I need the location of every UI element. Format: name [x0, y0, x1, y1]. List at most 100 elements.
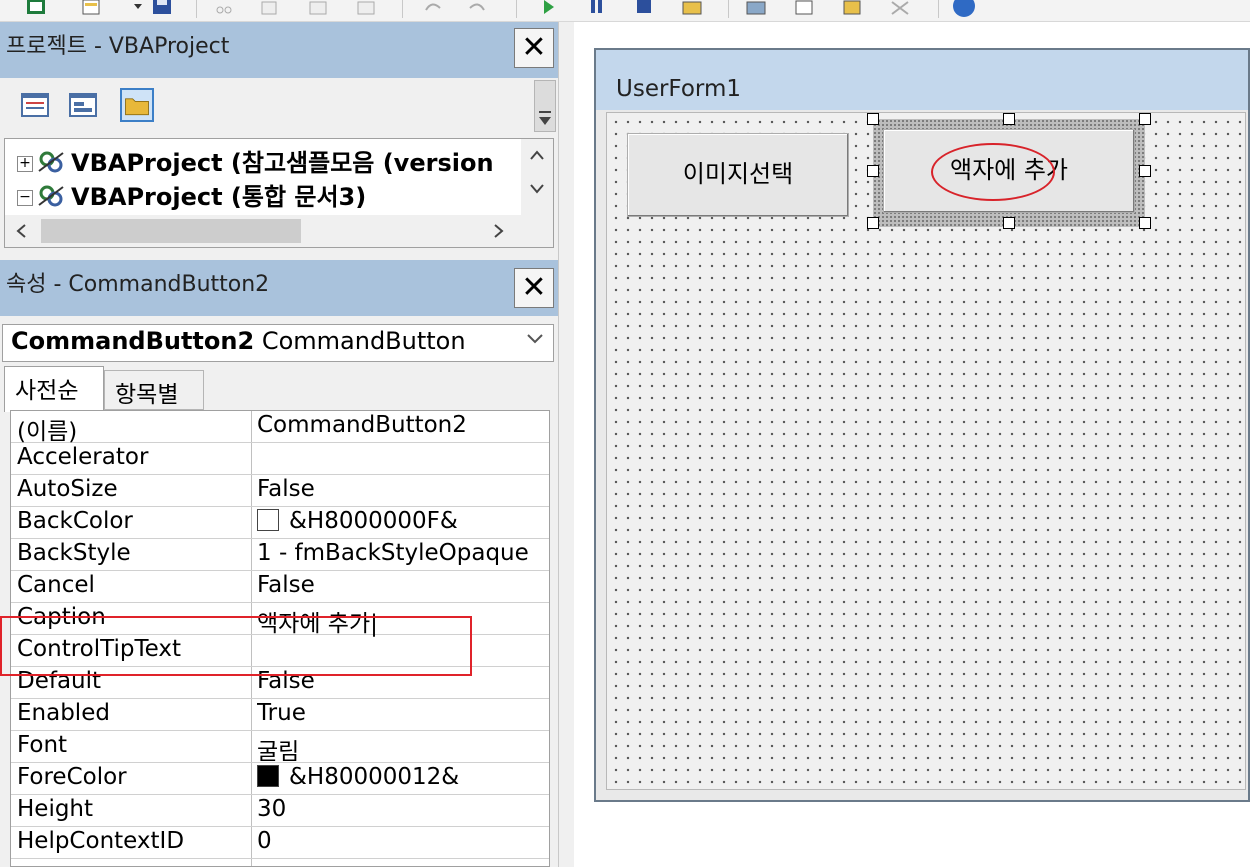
break-icon[interactable] [584, 0, 608, 18]
property-row[interactable]: Font 굴림 [11, 731, 549, 766]
resize-handle[interactable] [1003, 217, 1015, 229]
scroll-down-icon[interactable] [529, 183, 545, 195]
project-pane-title: 프로젝트 - VBAProject [6, 34, 230, 59]
project-pane-title-bar: 프로젝트 - VBAProject ✕ [0, 22, 558, 78]
property-name: HelpContextID [17, 828, 185, 854]
property-value[interactable]: False [257, 572, 549, 598]
copy-icon[interactable] [258, 0, 282, 18]
scroll-left-icon[interactable] [15, 223, 27, 239]
property-value: &H80000012& [289, 764, 460, 790]
property-row[interactable]: HelpContextID 0 [11, 827, 549, 859]
project-toolbar [0, 78, 558, 136]
help-icon[interactable] [952, 0, 976, 18]
tree-vertical-scrollbar[interactable] [521, 139, 553, 215]
run-icon[interactable] [536, 0, 560, 18]
userform-window: UserForm1 이미지선택 액자에 추가 [594, 48, 1250, 802]
view-object-icon[interactable] [66, 88, 100, 122]
project-explorer-icon[interactable] [744, 0, 768, 18]
tree-item-project-1[interactable]: + VBAProject (참고샘플모음 (version [17, 143, 513, 177]
property-name: Accelerator [17, 444, 149, 470]
property-row[interactable]: BackColor &H8000000F& [11, 507, 549, 539]
property-row[interactable]: Enabled True [11, 699, 549, 731]
vbe-toolbar [0, 0, 1250, 22]
property-row[interactable]: BackStyle 1 - fmBackStyleOpaque [11, 539, 549, 571]
property-name: BackStyle [17, 540, 131, 566]
property-value[interactable]: 굴림 [257, 732, 549, 766]
property-value-forecolor[interactable]: &H80000012& [257, 764, 549, 790]
properties-window-icon[interactable] [792, 0, 816, 18]
cut-icon[interactable] [212, 0, 236, 18]
pane-splitter[interactable] [558, 22, 574, 867]
object-name: CommandButton2 [11, 327, 255, 355]
color-swatch [257, 509, 279, 531]
design-mode-icon[interactable] [680, 0, 704, 18]
resize-handle[interactable] [1139, 113, 1151, 125]
tab-categorized[interactable]: 항목별 [104, 370, 204, 410]
property-value[interactable]: True [257, 700, 549, 726]
toolbox-icon[interactable] [888, 0, 912, 18]
property-name: ForeColor [17, 764, 127, 790]
left-panels: 프로젝트 - VBAProject ✕ + VBAProject (참고샘플모음 … [0, 22, 558, 867]
resize-handle[interactable] [1139, 165, 1151, 177]
property-value[interactable]: False [257, 476, 549, 502]
vbaproject-icon [38, 185, 64, 207]
property-name: (이름) [17, 419, 78, 445]
tree-horizontal-scrollbar[interactable] [5, 215, 553, 247]
excel-view-icon[interactable] [24, 0, 48, 18]
resize-handle[interactable] [867, 113, 879, 125]
collapse-icon[interactable]: − [17, 190, 33, 206]
caption-highlight-oval [931, 143, 1055, 201]
project-tree: + VBAProject (참고샘플모음 (version − VBAProject… [4, 138, 554, 248]
property-row[interactable]: ForeColor &H80000012& [11, 763, 549, 795]
resize-handle[interactable] [1139, 217, 1151, 229]
save-icon[interactable] [150, 0, 174, 18]
property-row[interactable]: Accelerator [11, 443, 549, 475]
find-icon[interactable] [354, 0, 378, 18]
property-name: AutoSize [17, 476, 118, 502]
userform-canvas[interactable]: 이미지선택 액자에 추가 [606, 112, 1246, 790]
project-close-button[interactable]: ✕ [514, 28, 554, 68]
scroll-thumb[interactable] [41, 219, 301, 243]
tree-item-label: VBAProject (참고샘플모음 (version [71, 149, 494, 177]
undo-icon[interactable] [420, 0, 444, 18]
image-select-button[interactable]: 이미지선택 [627, 133, 849, 217]
property-name: Font [17, 732, 68, 758]
view-code-icon[interactable] [18, 88, 52, 122]
properties-pane-title: 속성 - CommandButton2 [6, 272, 270, 297]
dropdown-arrow-icon[interactable] [126, 0, 150, 18]
property-name: Enabled [17, 700, 110, 726]
object-selector[interactable]: CommandButton2 CommandButton [2, 324, 554, 362]
property-row[interactable]: (이름) CommandButton2 [11, 411, 549, 445]
tab-alphabetic[interactable]: 사전순 [4, 366, 104, 412]
property-row[interactable]: Height 30 [11, 795, 549, 827]
resize-handle[interactable] [1003, 113, 1015, 125]
object-browser-icon[interactable] [840, 0, 864, 18]
property-name: Height [17, 796, 94, 822]
property-value[interactable]: 30 [257, 796, 549, 822]
tree-item-project-2[interactable]: − VBAProject (통합 문서3) [17, 177, 513, 211]
expand-icon[interactable]: + [17, 156, 33, 172]
properties-close-button[interactable]: ✕ [514, 268, 554, 308]
reset-icon[interactable] [632, 0, 656, 18]
property-name: BackColor [17, 508, 133, 534]
property-row[interactable]: Cancel False [11, 571, 549, 603]
resize-handle[interactable] [867, 217, 879, 229]
toolbar-scroll-button[interactable] [534, 80, 556, 132]
properties-tabs: 사전순 항목별 [0, 366, 558, 412]
color-swatch [257, 765, 279, 787]
caption-highlight-box [0, 616, 472, 676]
insert-userform-icon[interactable] [80, 0, 104, 18]
property-value-backcolor[interactable]: &H8000000F& [257, 508, 549, 534]
userform-title: UserForm1 [596, 50, 1248, 110]
scroll-up-icon[interactable] [529, 149, 545, 161]
property-value[interactable]: 0 [257, 828, 549, 854]
chevron-down-icon[interactable] [525, 331, 545, 345]
toggle-folders-icon[interactable] [120, 88, 154, 122]
redo-icon[interactable] [466, 0, 490, 18]
property-row[interactable]: AutoSize False [11, 475, 549, 507]
scroll-right-icon[interactable] [493, 223, 505, 239]
resize-handle[interactable] [867, 165, 879, 177]
paste-icon[interactable] [306, 0, 330, 18]
property-value[interactable]: CommandButton2 [257, 412, 549, 438]
property-value[interactable]: 1 - fmBackStyleOpaque [257, 540, 549, 566]
